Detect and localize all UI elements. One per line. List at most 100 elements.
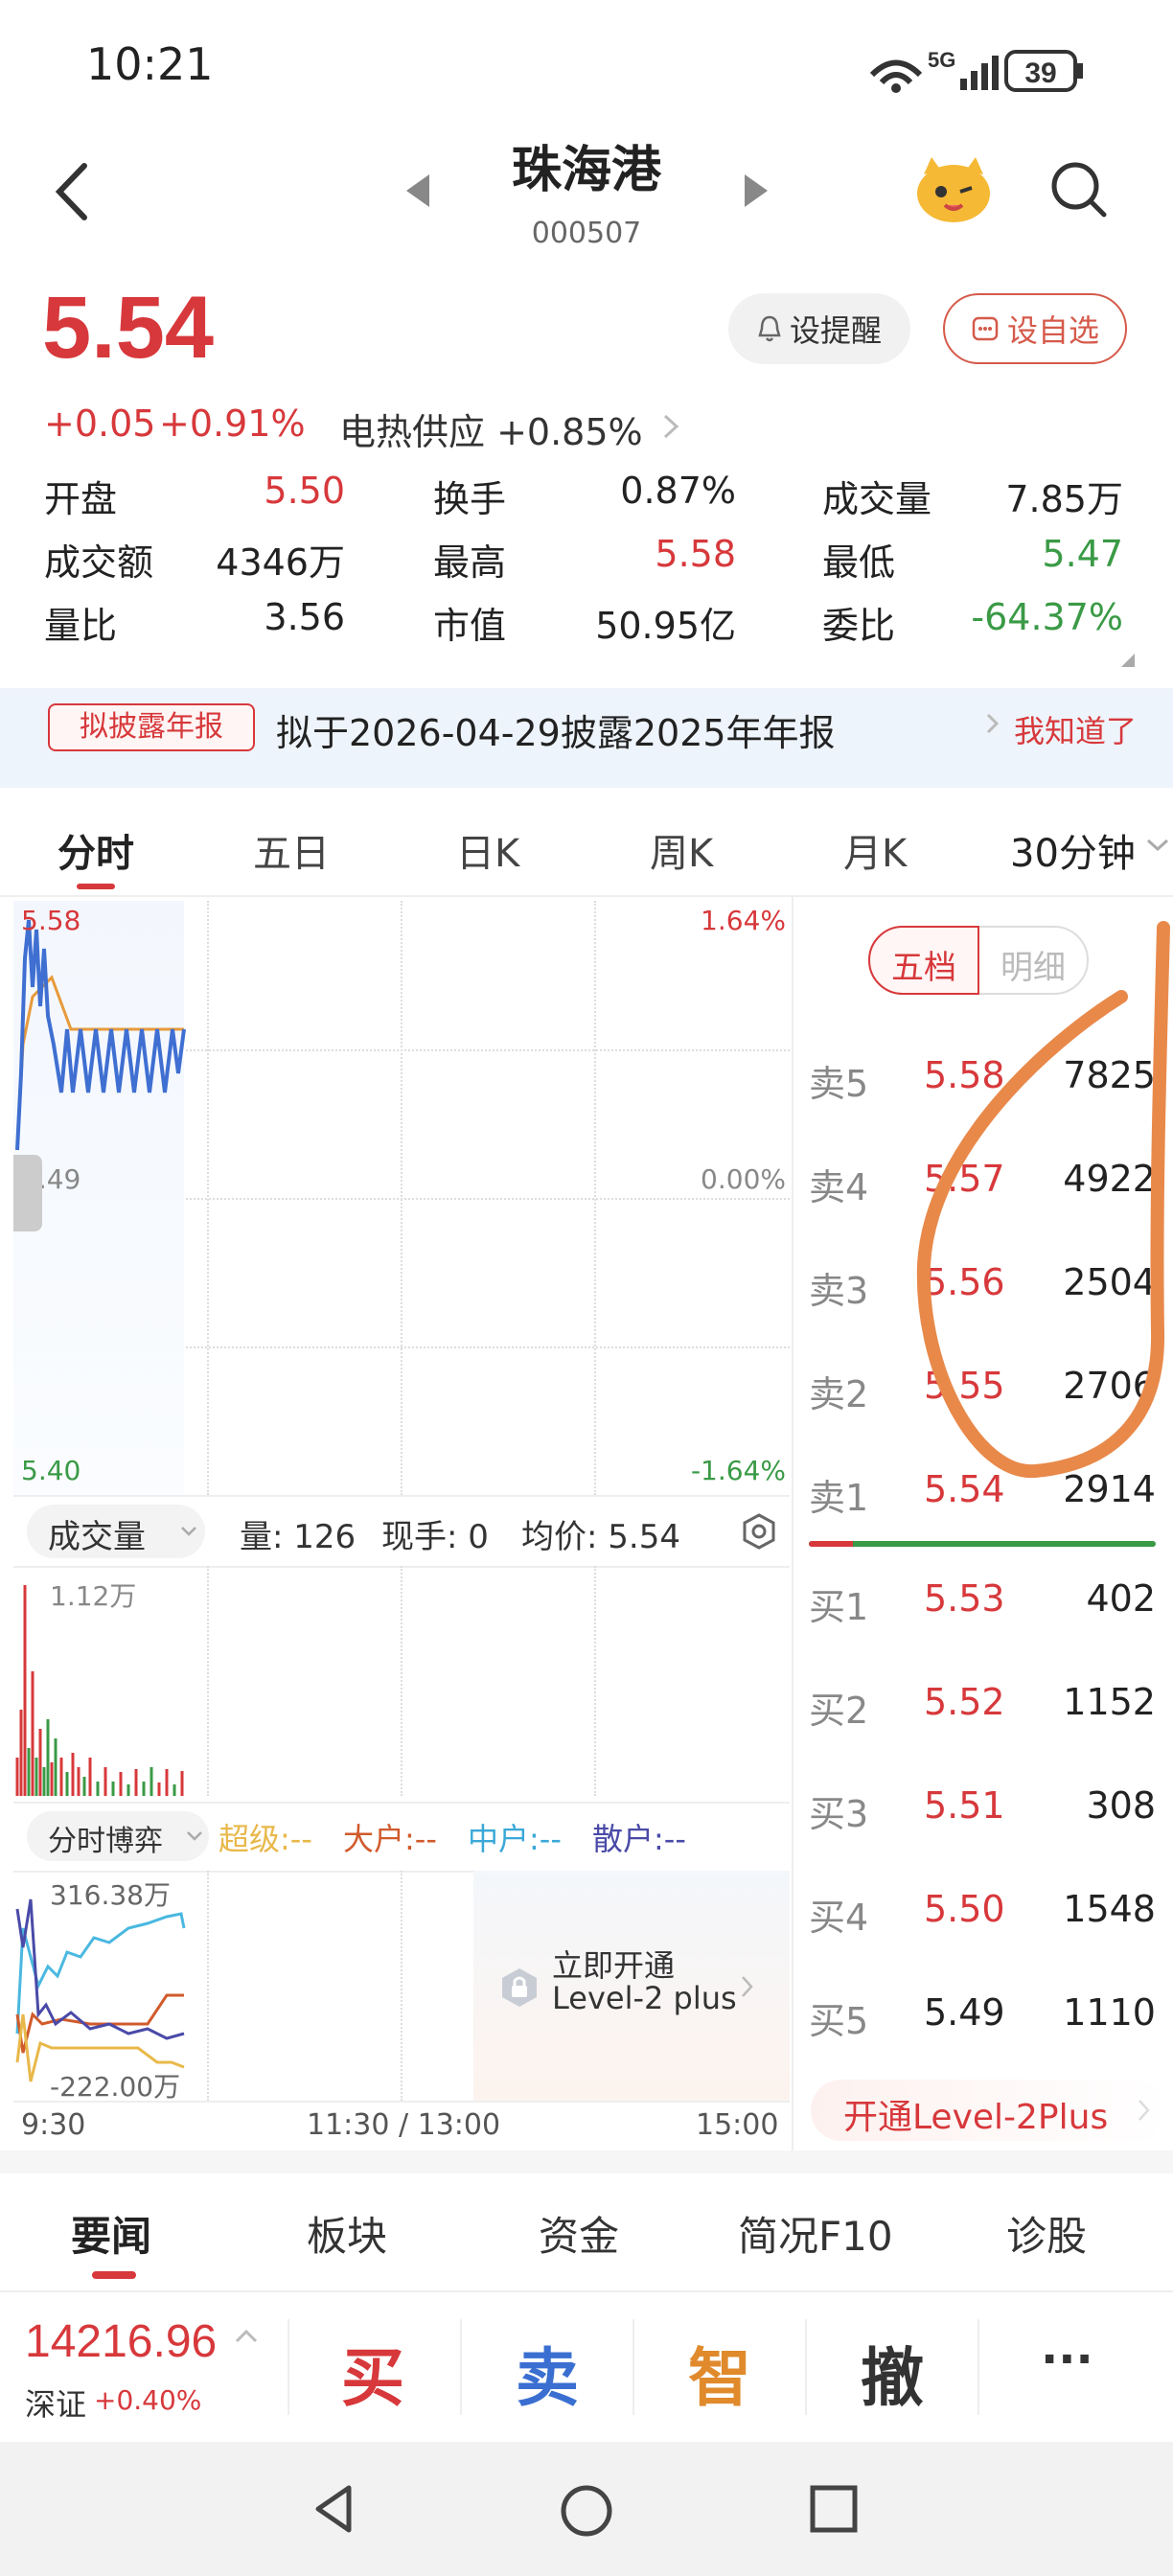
fund-game-chart[interactable]: 316.38万 -222.00万 立即开通 Level-2 plus [13,1871,790,2103]
tab-30min[interactable]: 30分钟 [1010,822,1136,878]
mascot-icon[interactable] [912,153,995,226]
bid-volume: 1548 [1063,1888,1156,1930]
bid-label: 买2 [809,1690,869,1732]
bid-price[interactable]: 5.51 [924,1784,1005,1827]
ask-label: 卖4 [809,1166,869,1208]
y-axis-bottom: 5.40 [21,1455,81,1486]
volume-info: 量: 126 [240,1518,356,1556]
notice-text[interactable]: 拟于2026-04-29披露2025年年报 [276,703,836,756]
tab-sectors[interactable]: 板块 [307,2204,387,2263]
sell-button[interactable]: 卖 [516,2327,579,2419]
bid-ratio-label: 委比 [822,605,896,647]
intraday-chart[interactable]: 5.58 5.49 5.40 1.64% 0.00% -1.64% [13,901,790,1495]
mcap-value: 50.95亿 [595,605,736,647]
tab-funds[interactable]: 资金 [539,2204,619,2263]
price-line [15,919,186,1151]
expand-corner-icon[interactable] [1119,652,1137,669]
tab-weekly-k[interactable]: 周K [650,822,713,878]
bid-price[interactable]: 5.52 [924,1681,1005,1723]
bid-volume: 1152 [1063,1681,1156,1723]
legend-retail: 散户:-- [592,1821,686,1857]
add-watchlist-button[interactable]: 设自选 [943,293,1127,364]
ask-label: 卖2 [809,1373,869,1415]
high-label: 最高 [433,541,507,584]
bid-price[interactable]: 5.50 [924,1888,1005,1930]
upgrade-line2[interactable]: Level-2 plus [552,1980,737,2016]
bid-price[interactable]: 5.53 [924,1577,1005,1620]
bid-ratio-value: -64.37% [971,596,1123,638]
time-axis-end: 15:00 [696,2108,779,2142]
bid-label: 买1 [809,1586,869,1628]
legend-super: 超级:-- [218,1821,312,1857]
set-alert-label: 设提醒 [789,312,882,349]
chevron-down-icon [181,1527,196,1536]
chevron-down-icon [187,1831,202,1841]
chevron-right-icon [663,414,679,439]
index-change: +0.40% [94,2384,202,2416]
volume-chart[interactable]: 1.12万 [13,1566,790,1796]
bid-ratio-fill [809,1541,853,1547]
bid-label: 买3 [809,1793,869,1835]
volume-value: 7.85万 [1005,478,1123,520]
search-icon[interactable] [1048,159,1110,220]
buy-button[interactable]: 买 [341,2327,404,2419]
chevron-up-icon [235,2329,258,2343]
bid-label: 买4 [809,1897,869,1939]
chart-drag-handle[interactable] [13,1155,42,1231]
lock-icon [502,1968,537,2007]
hand-info: 现手: 0 [381,1518,489,1556]
volume-selector-label: 成交量 [48,1518,146,1556]
time-axis-start: 9:30 [21,2108,86,2142]
volume-label: 成交量 [822,478,932,520]
pct-axis-bottom: -1.64% [690,1455,786,1486]
nav-home-icon[interactable] [556,2480,617,2542]
tab-five-day[interactable]: 五日 [253,822,330,878]
bell-icon [758,315,781,342]
open-label: 开盘 [44,478,118,520]
tab-f10[interactable]: 简况F10 [738,2204,893,2263]
chat-box-icon [972,316,999,341]
index-name: 深证 [25,2386,87,2423]
pct-axis-mid: 0.00% [701,1163,786,1195]
smart-button[interactable]: 智 [688,2327,751,2419]
status-time: 10:21 [86,38,214,90]
status-icons: 5G 39 [869,48,1083,93]
set-alert-button[interactable]: 设提醒 [728,293,910,364]
tab-intraday[interactable]: 分时 [58,822,134,878]
chevron-right-icon [986,713,1000,734]
amount-value: 4346万 [216,541,345,584]
price-change-pct: +0.91% [159,402,306,445]
nav-back-icon[interactable] [307,2480,364,2538]
nav-recents-icon[interactable] [807,2482,861,2536]
bid-price[interactable]: 5.49 [924,1991,1005,2034]
high-value: 5.58 [655,533,736,575]
pct-axis-top: 1.64% [701,905,786,936]
ask-label: 卖5 [809,1063,869,1105]
network-label: 5G [928,48,955,72]
stock-title: 珠海港 [511,142,661,199]
index-value[interactable]: 14216.96 [25,2315,217,2368]
add-watchlist-label: 设自选 [1006,312,1099,349]
low-label: 最低 [822,541,896,584]
vol-ratio-label: 量比 [44,605,118,647]
game-selector-label: 分时博弈 [48,1825,163,1858]
sector-link[interactable]: 电热供应 +0.85% [339,402,643,455]
settings-icon[interactable] [740,1512,778,1551]
price-change: +0.05 [44,402,156,445]
tab-daily-k[interactable]: 日K [456,822,519,878]
tab-diagnosis[interactable]: 诊股 [1006,2204,1087,2263]
volume-axis-max: 1.12万 [50,1580,137,1612]
cancel-order-button[interactable]: 撤 [861,2327,924,2419]
more-button[interactable]: ··· [1041,2333,1093,2386]
tab-news[interactable]: 要闻 [71,2204,151,2263]
bid-volume: 402 [1086,1577,1156,1620]
battery-level: 39 [1024,58,1056,89]
tab-monthly-k[interactable]: 月K [843,822,907,878]
stock-code: 000507 [531,217,642,250]
bid-volume: 308 [1086,1784,1156,1827]
game-axis-bottom: -222.00万 [50,2071,181,2103]
legend-big: 大户:-- [343,1821,437,1857]
notice-dismiss-button[interactable]: 我知道了 [1014,707,1137,751]
level2-upgrade-label: 开通Level-2Plus [843,2098,1109,2137]
chevron-down-icon [1146,839,1169,852]
